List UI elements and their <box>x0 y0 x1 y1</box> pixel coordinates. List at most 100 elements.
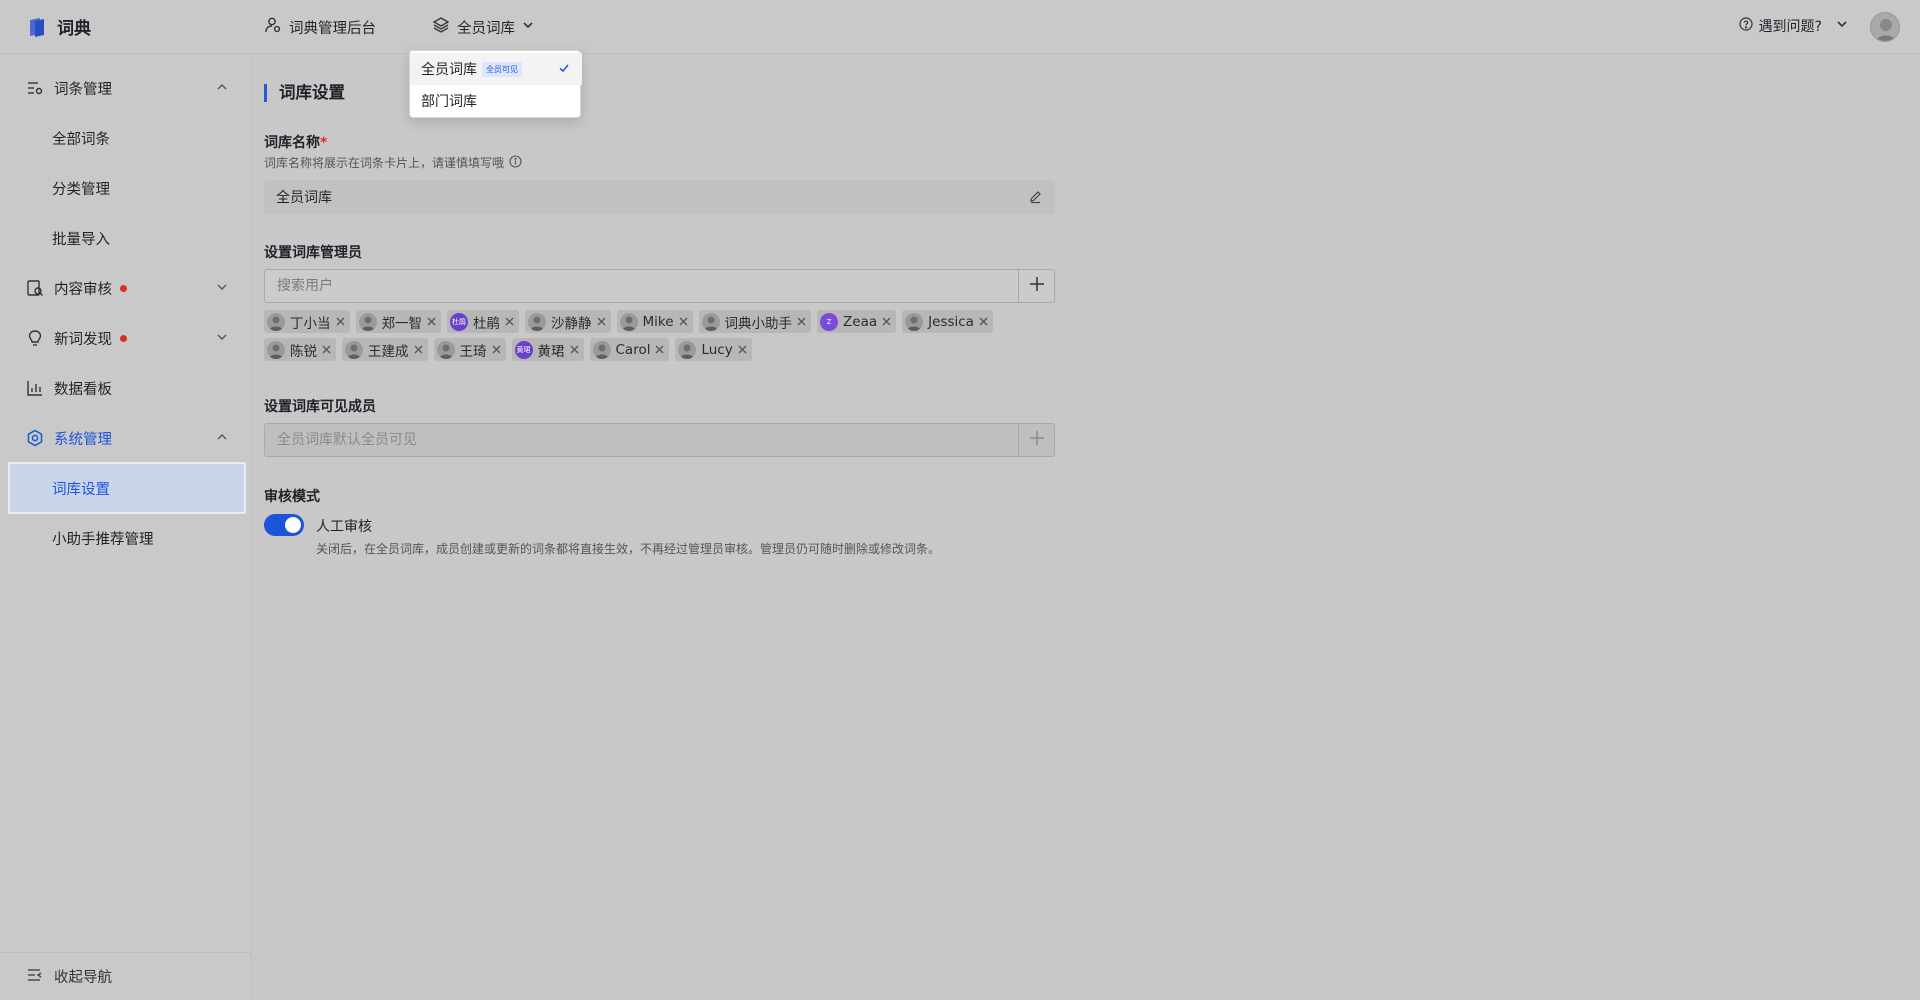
dropdown-option-label: 全员词库 <box>421 62 477 78</box>
admin-tag: 郑一智 <box>355 310 441 333</box>
admins-search-field <box>264 269 1055 303</box>
sidebar-item-bulk-import[interactable]: 批量导入 <box>10 214 244 262</box>
admin-tag: Jessica <box>902 310 993 333</box>
sidebar: 词条管理 全部词条 分类管理 批量导入 内容审核 新词发现 数据看板 系统管理 … <box>0 54 252 1000</box>
library-switcher[interactable]: 全员词库 <box>432 16 534 38</box>
admin-avatar: Z <box>820 312 839 331</box>
admins-search-input[interactable] <box>265 270 1018 302</box>
library-name-value: 全员词库 <box>276 190 332 206</box>
dropdown-option-all-staff[interactable]: 全员词库 全员可见 <box>410 53 582 85</box>
admin-name: 王建成 <box>368 343 409 360</box>
admin-tag: 黄珺 黄珺 <box>511 338 584 361</box>
chevron-up-icon <box>216 81 228 97</box>
edit-pencil-icon[interactable] <box>1028 189 1043 208</box>
collapse-menu-icon <box>26 966 44 988</box>
collapse-nav-label: 收起导航 <box>54 970 112 986</box>
sidebar-item-label: 全部词条 <box>52 131 110 148</box>
top-bar: 词典 词典管理后台 全员词库 遇到问题? <box>0 0 1920 54</box>
sidebar-group-new-words[interactable]: 新词发现 <box>0 318 252 358</box>
sidebar-group-dashboard[interactable]: 数据看板 <box>0 368 252 408</box>
remove-tag-icon[interactable] <box>492 343 501 357</box>
admin-avatar <box>905 312 924 331</box>
library-name-label: 词库名称* <box>264 132 327 152</box>
admin-tag: 杜鹃 杜鹃 <box>447 310 519 333</box>
sidebar-item-assistant-recommend[interactable]: 小助手推荐管理 <box>10 514 244 562</box>
chevron-up-icon <box>216 431 228 447</box>
remove-tag-icon[interactable] <box>427 315 436 329</box>
admin-avatar <box>267 312 285 331</box>
admin-name: Jessica <box>928 313 974 330</box>
add-member-button <box>1018 424 1054 456</box>
user-gear-icon <box>264 16 282 38</box>
remove-tag-icon[interactable] <box>505 315 514 329</box>
main-content: 词库设置 词库名称* 词库名称将展示在词条卡片上，请谨慎填写哦 全员词库 设置词… <box>252 54 1920 1000</box>
sidebar-item-all-terms[interactable]: 全部词条 <box>10 114 244 162</box>
toggle-knob <box>285 517 301 533</box>
library-name-field[interactable]: 全员词库 <box>264 180 1055 214</box>
add-admin-button[interactable] <box>1018 270 1054 302</box>
dropdown-option-department[interactable]: 部门词库 <box>410 85 582 117</box>
info-icon[interactable] <box>509 154 522 171</box>
admin-avatar <box>267 340 285 359</box>
user-avatar[interactable] <box>1870 12 1900 42</box>
remove-tag-icon[interactable] <box>882 315 891 329</box>
help-label: 遇到问题? <box>1758 19 1822 35</box>
brand[interactable]: 词典 <box>26 14 91 39</box>
remove-tag-icon[interactable] <box>597 315 606 329</box>
admin-tag: 丁小当 <box>264 310 350 333</box>
layers-icon <box>432 16 450 38</box>
admin-avatar <box>678 340 697 359</box>
admin-tag: 沙静静 <box>525 310 611 333</box>
remove-tag-icon[interactable] <box>979 315 988 329</box>
sidebar-item-label: 词库设置 <box>52 481 110 498</box>
remove-tag-icon[interactable] <box>322 343 331 357</box>
remove-tag-icon[interactable] <box>570 343 579 357</box>
remove-tag-icon[interactable] <box>336 315 345 329</box>
admin-name: Mike <box>642 313 674 330</box>
remove-tag-icon[interactable] <box>655 343 664 357</box>
admin-avatar <box>619 312 638 331</box>
gear-icon <box>26 429 44 447</box>
remove-tag-icon[interactable] <box>738 343 747 357</box>
remove-tag-icon[interactable] <box>414 343 423 357</box>
brand-title: 词典 <box>57 19 91 39</box>
admin-console-label: 词典管理后台 <box>289 20 376 37</box>
admin-avatar <box>436 340 455 359</box>
manual-review-toggle[interactable] <box>264 514 304 536</box>
plus-icon <box>1029 276 1045 296</box>
sidebar-group-content-review[interactable]: 内容审核 <box>0 268 252 308</box>
chevron-down-icon <box>522 19 534 35</box>
admin-name: 王琦 <box>459 343 487 360</box>
admin-tag: Mike <box>616 310 693 333</box>
lightbulb-icon <box>26 329 44 347</box>
sidebar-group-system[interactable]: 系统管理 <box>0 418 252 458</box>
collapse-nav-button[interactable]: 收起导航 <box>0 952 252 1000</box>
sidebar-group-terms[interactable]: 词条管理 <box>0 68 252 108</box>
chevron-down-icon <box>1836 18 1848 34</box>
remove-tag-icon[interactable] <box>797 315 806 329</box>
remove-tag-icon[interactable] <box>679 315 688 329</box>
admin-name: Zeaa <box>843 313 878 330</box>
admin-name: 丁小当 <box>290 315 331 332</box>
dropdown-option-label: 部门词库 <box>421 94 477 110</box>
page-title: 词库设置 <box>264 84 345 102</box>
dictionary-logo-icon <box>26 16 48 38</box>
admin-avatar <box>592 340 611 359</box>
admin-name: 黄珺 <box>537 343 565 360</box>
visibility-badge: 全员可见 <box>482 61 522 77</box>
admin-name: 词典小助手 <box>724 315 793 332</box>
admin-name: 沙静静 <box>551 315 592 332</box>
sidebar-group-label: 内容审核 <box>54 281 112 298</box>
review-icon <box>26 279 44 297</box>
sidebar-item-categories[interactable]: 分类管理 <box>10 164 244 212</box>
library-switcher-label: 全员词库 <box>457 20 515 37</box>
sidebar-item-label: 小助手推荐管理 <box>52 531 154 548</box>
review-mode-label: 审核模式 <box>264 489 320 505</box>
admin-console-link[interactable]: 词典管理后台 <box>264 16 376 38</box>
bar-chart-icon <box>26 379 44 397</box>
help-menu[interactable]: 遇到问题? <box>1738 16 1848 36</box>
sidebar-item-label: 分类管理 <box>52 181 110 198</box>
sidebar-item-library-settings[interactable]: 词库设置 <box>8 462 246 514</box>
library-name-hint-text: 词库名称将展示在词条卡片上，请谨慎填写哦 <box>264 156 505 170</box>
admin-tag: 王琦 <box>433 338 506 361</box>
